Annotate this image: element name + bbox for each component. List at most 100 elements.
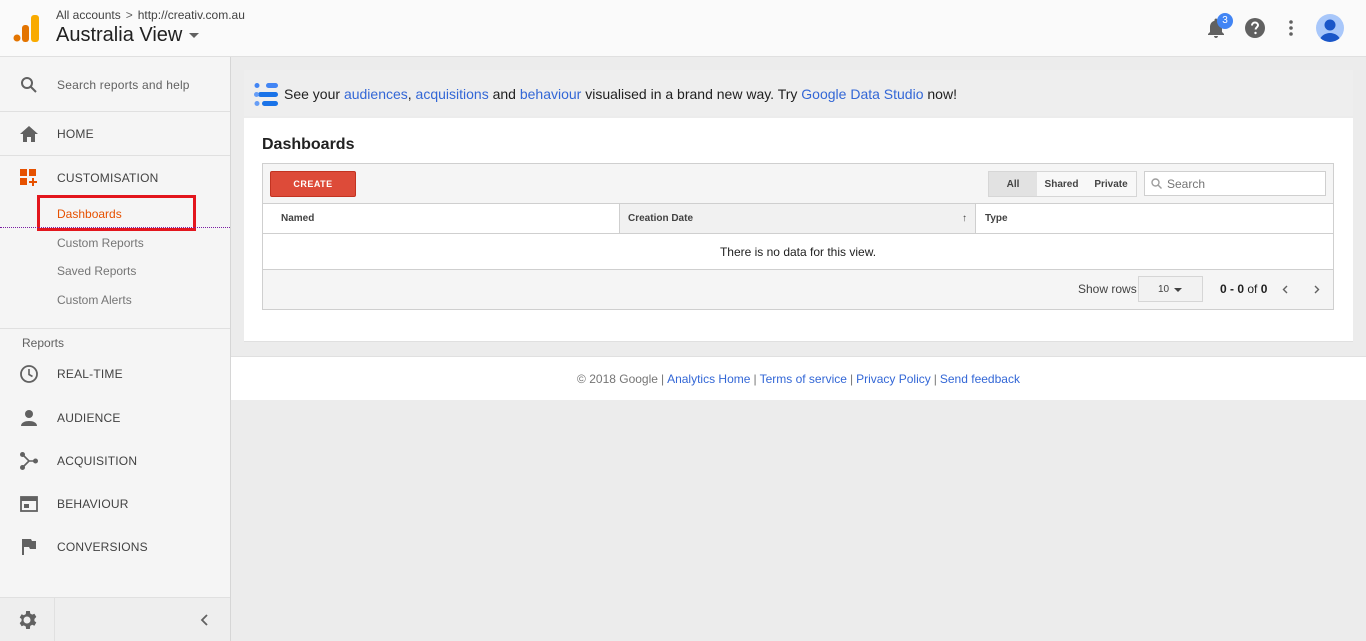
sidebar-search[interactable]: Search reports and help	[0, 71, 230, 99]
view-selector[interactable]: Australia View	[56, 24, 200, 47]
view-name: Australia View	[56, 24, 183, 46]
data-studio-icon	[254, 83, 278, 106]
filter-shared-button[interactable]: Shared	[1037, 171, 1087, 197]
column-type[interactable]: Type	[976, 204, 1333, 233]
flag-icon	[19, 537, 39, 557]
top-bar: All accounts > http://creativ.com.au Austr…	[0, 0, 1366, 57]
pagination-range: 0 - 0 of 0	[1220, 282, 1267, 296]
behaviour-icon	[19, 494, 39, 514]
sidebar-item-custom-alerts[interactable]: Custom Alerts	[57, 293, 132, 307]
breadcrumb-all-accounts[interactable]: All accounts	[56, 8, 121, 22]
acquisition-icon	[19, 451, 39, 471]
feedback-link[interactable]: Send feedback	[940, 372, 1020, 386]
table-header: Named Creation Date ↑ Type	[263, 204, 1333, 234]
acquisitions-link[interactable]: acquisitions	[416, 86, 489, 102]
terms-link[interactable]: Terms of service	[760, 372, 847, 386]
footer-separator: |	[933, 371, 937, 386]
analytics-logo-icon[interactable]	[13, 15, 39, 42]
account-avatar[interactable]	[1316, 14, 1344, 42]
empty-message: There is no data for this view.	[263, 234, 1333, 270]
column-creation-date[interactable]: Creation Date ↑	[619, 204, 976, 233]
analytics-home-link[interactable]: Analytics Home	[667, 372, 750, 386]
collapse-sidebar-button[interactable]	[194, 610, 214, 630]
audiences-link[interactable]: audiences	[344, 86, 408, 102]
caret-down-icon	[1174, 288, 1182, 292]
sidebar-search-placeholder: Search reports and help	[57, 78, 190, 92]
banner-text-part: See your	[284, 86, 344, 102]
show-rows-label: Show rows	[1078, 282, 1137, 296]
chevron-right-icon	[1314, 285, 1320, 293]
admin-button[interactable]	[0, 598, 55, 641]
divider	[0, 155, 230, 156]
range-start: 0 - 0	[1220, 282, 1245, 296]
column-named[interactable]: Named	[263, 204, 620, 233]
breadcrumb-property[interactable]: http://creativ.com.au	[138, 8, 245, 22]
column-label: Creation Date	[628, 213, 694, 224]
divider	[0, 328, 230, 329]
behaviour-link[interactable]: behaviour	[520, 86, 582, 102]
prev-page-button[interactable]	[1278, 282, 1292, 296]
data-studio-link[interactable]: Google Data Studio	[801, 86, 923, 102]
sidebar-item-real-time[interactable]: REAL-TIME	[0, 359, 230, 389]
sidebar-item-home[interactable]: HOME	[0, 119, 230, 149]
sidebar-item-customisation[interactable]: CUSTOMISATION	[0, 163, 230, 193]
banner-text: See your audiences, acquisitions and beh…	[284, 86, 957, 102]
rows-per-page-value: 10	[1158, 283, 1170, 295]
footer-separator: |	[849, 371, 854, 386]
chevron-left-icon	[200, 614, 208, 626]
table-toolbar: CREATE All Shared Private	[263, 164, 1333, 204]
next-page-button[interactable]	[1310, 282, 1324, 296]
more-options-button[interactable]	[1278, 15, 1304, 41]
sidebar-item-label: ACQUISITION	[57, 454, 138, 468]
avatar-icon	[1319, 19, 1341, 42]
gear-icon	[19, 610, 37, 629]
search-icon	[19, 75, 39, 95]
footer-separator: |	[660, 371, 665, 386]
chevron-left-icon	[1282, 285, 1288, 293]
sidebar-item-label: HOME	[57, 127, 94, 141]
breadcrumb: All accounts > http://creativ.com.au	[56, 8, 245, 22]
sidebar: Search reports and help HOME CUSTOMISATI…	[0, 57, 231, 641]
help-icon	[1245, 18, 1265, 38]
banner-text-part: now!	[923, 86, 957, 102]
sidebar-item-conversions[interactable]: CONVERSIONS	[0, 532, 230, 562]
footer-separator: |	[753, 371, 757, 386]
sidebar-item-acquisition[interactable]: ACQUISITION	[0, 446, 230, 476]
privacy-link[interactable]: Privacy Policy	[856, 372, 931, 386]
table-footer: Show rows 10 0 - 0 of 0	[263, 270, 1333, 309]
dashboards-card: Dashboards CREATE All Shared Private Nam…	[244, 118, 1353, 342]
help-button[interactable]	[1242, 15, 1268, 41]
sidebar-footer	[0, 597, 230, 641]
copyright: © 2018 Google	[577, 371, 658, 386]
home-icon	[19, 124, 39, 144]
rows-per-page-select[interactable]: 10	[1138, 276, 1203, 302]
sidebar-item-label: CUSTOMISATION	[57, 171, 159, 185]
dotted-divider	[0, 227, 230, 228]
banner-text-part: and	[488, 86, 520, 102]
table-search[interactable]	[1144, 171, 1326, 196]
breadcrumb-separator: >	[125, 8, 133, 22]
divider	[0, 111, 230, 112]
sidebar-item-custom-reports[interactable]: Custom Reports	[57, 236, 144, 250]
sidebar-item-audience[interactable]: AUDIENCE	[0, 403, 230, 433]
customisation-icon	[19, 168, 39, 188]
sidebar-item-behaviour[interactable]: BEHAVIOUR	[0, 489, 230, 519]
sidebar-item-label: CONVERSIONS	[57, 540, 148, 554]
banner-text-part: visualised in a brand new way. Try	[581, 86, 802, 102]
filter-all-button[interactable]: All	[988, 171, 1038, 197]
person-icon	[19, 408, 39, 428]
dashboards-table: CREATE All Shared Private Named Creation…	[262, 163, 1334, 310]
more-vert-icon	[1289, 20, 1293, 36]
filter-private-button[interactable]: Private	[1086, 171, 1137, 197]
clock-icon	[19, 364, 39, 384]
sidebar-item-saved-reports[interactable]: Saved Reports	[57, 264, 136, 278]
create-button[interactable]: CREATE	[270, 171, 356, 197]
page-footer: © 2018 Google | Analytics Home | Terms o…	[231, 356, 1366, 400]
sidebar-item-label: REAL-TIME	[57, 367, 123, 381]
reports-heading: Reports	[22, 336, 65, 350]
page-title: Dashboards	[262, 136, 355, 153]
banner-text-part: ,	[407, 86, 416, 102]
highlight-box	[37, 195, 196, 231]
data-studio-banner: See your audiences, acquisitions and beh…	[244, 70, 1353, 116]
search-input[interactable]	[1167, 176, 1317, 191]
